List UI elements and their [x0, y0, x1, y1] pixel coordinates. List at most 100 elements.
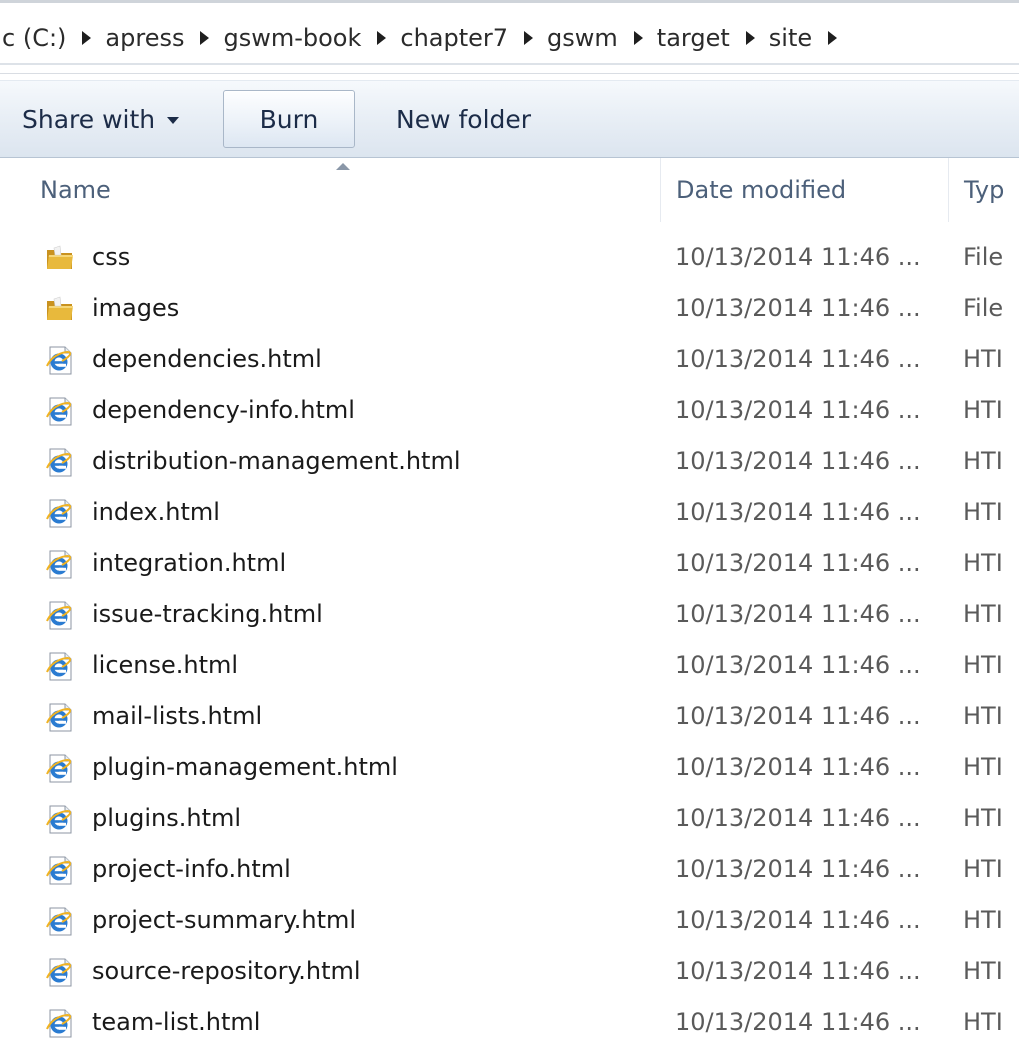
breadcrumb-arrow-icon[interactable] [745, 31, 755, 45]
file-type: File [963, 294, 1004, 322]
file-type: HTI [963, 498, 1003, 526]
file-date-modified: 10/13/2014 11:46 ... [675, 753, 921, 781]
burn-button[interactable]: Burn [223, 90, 355, 148]
file-name: css [92, 243, 131, 271]
breadcrumb-item[interactable]: site [767, 24, 814, 52]
file-row[interactable]: plugin-management.html 10/13/2014 11:46 .… [0, 742, 1019, 793]
file-type: HTI [963, 345, 1003, 373]
file-row[interactable]: team-list.html 10/13/2014 11:46 ... HTI [0, 997, 1019, 1043]
sort-ascending-icon [336, 163, 350, 170]
column-header-date-modified[interactable]: Date modified [660, 158, 948, 222]
file-date-modified: 10/13/2014 11:46 ... [675, 294, 921, 322]
column-header-name[interactable]: Name [40, 158, 660, 222]
folder-icon [44, 293, 76, 325]
file-name: plugins.html [92, 804, 242, 832]
ie-html-icon [44, 803, 76, 835]
file-date-modified: 10/13/2014 11:46 ... [675, 957, 921, 985]
file-row[interactable]: integration.html 10/13/2014 11:46 ... HTI [0, 538, 1019, 589]
file-row[interactable]: source-repository.html 10/13/2014 11:46 .… [0, 946, 1019, 997]
breadcrumb-arrow-icon[interactable] [633, 31, 643, 45]
breadcrumb-arrow-icon[interactable] [200, 31, 210, 45]
file-date-modified: 10/13/2014 11:46 ... [675, 549, 921, 577]
breadcrumb-item[interactable]: chapter7 [398, 24, 510, 52]
column-header-row: Name Date modified Typ [0, 158, 1019, 222]
file-name: issue-tracking.html [92, 600, 323, 628]
file-name: dependency-info.html [92, 396, 355, 424]
file-type: HTI [963, 447, 1003, 475]
ie-html-icon [44, 701, 76, 733]
file-date-modified: 10/13/2014 11:46 ... [675, 600, 921, 628]
file-type: HTI [963, 549, 1003, 577]
file-type: HTI [963, 1008, 1003, 1036]
file-row[interactable]: license.html 10/13/2014 11:46 ... HTI [0, 640, 1019, 691]
file-name: source-repository.html [92, 957, 361, 985]
file-type: HTI [963, 753, 1003, 781]
file-date-modified: 10/13/2014 11:46 ... [675, 396, 921, 424]
file-name: team-list.html [92, 1008, 261, 1036]
burn-label: Burn [259, 104, 319, 134]
folder-icon [44, 242, 76, 274]
file-date-modified: 10/13/2014 11:46 ... [675, 855, 921, 883]
breadcrumb-item[interactable]: apress [103, 24, 186, 52]
file-row[interactable]: index.html 10/13/2014 11:46 ... HTI [0, 487, 1019, 538]
file-name: dependencies.html [92, 345, 322, 373]
file-date-modified: 10/13/2014 11:46 ... [675, 804, 921, 832]
file-row[interactable]: dependencies.html 10/13/2014 11:46 ... HTI [0, 334, 1019, 385]
file-type: HTI [963, 651, 1003, 679]
share-with-button[interactable]: Share with [18, 90, 183, 148]
file-type: HTI [963, 396, 1003, 424]
file-row[interactable]: dependency-info.html 10/13/2014 11:46 ...… [0, 385, 1019, 436]
file-name: images [92, 294, 180, 322]
share-with-label: Share with [22, 104, 156, 134]
file-type: HTI [963, 957, 1003, 985]
file-list: css 10/13/2014 11:46 ... File images 10/13/2… [0, 232, 1019, 1043]
file-name: integration.html [92, 549, 287, 577]
breadcrumb-item[interactable]: c (C:) [0, 24, 68, 52]
ie-html-icon [44, 956, 76, 988]
file-name: project-summary.html [92, 906, 357, 934]
breadcrumb-item[interactable]: target [655, 24, 732, 52]
file-row[interactable]: project-summary.html 10/13/2014 11:46 ...… [0, 895, 1019, 946]
file-date-modified: 10/13/2014 11:46 ... [675, 243, 921, 271]
column-header-name-label: Name [40, 176, 111, 204]
column-header-type[interactable]: Typ [948, 158, 1019, 222]
file-date-modified: 10/13/2014 11:46 ... [675, 447, 921, 475]
file-row[interactable]: css 10/13/2014 11:46 ... File [0, 232, 1019, 283]
file-date-modified: 10/13/2014 11:46 ... [675, 498, 921, 526]
breadcrumb-arrow-icon[interactable] [377, 31, 387, 45]
ie-html-icon [44, 854, 76, 886]
new-folder-label: New folder [396, 104, 532, 134]
file-date-modified: 10/13/2014 11:46 ... [675, 345, 921, 373]
ie-html-icon [44, 497, 76, 529]
ie-html-icon [44, 344, 76, 376]
address-bar[interactable]: c (C:) apress gswm-book chapter7 gswm target s… [0, 0, 1019, 74]
file-type: HTI [963, 804, 1003, 832]
breadcrumb-item[interactable]: gswm [545, 24, 620, 52]
file-name: index.html [92, 498, 220, 526]
file-row[interactable]: plugins.html 10/13/2014 11:46 ... HTI [0, 793, 1019, 844]
ie-html-icon [44, 446, 76, 478]
file-row[interactable]: issue-tracking.html 10/13/2014 11:46 ... H… [0, 589, 1019, 640]
ie-html-icon [44, 599, 76, 631]
file-row[interactable]: mail-lists.html 10/13/2014 11:46 ... HTI [0, 691, 1019, 742]
ie-html-icon [44, 905, 76, 937]
file-row[interactable]: distribution-management.html 10/13/2014 1… [0, 436, 1019, 487]
file-type: HTI [963, 702, 1003, 730]
file-row[interactable]: images 10/13/2014 11:46 ... File [0, 283, 1019, 334]
column-header-type-label: Typ [964, 176, 1005, 204]
ie-html-icon [44, 548, 76, 580]
file-name: mail-lists.html [92, 702, 263, 730]
file-type: HTI [963, 906, 1003, 934]
breadcrumb-item[interactable]: gswm-book [221, 24, 363, 52]
new-folder-button[interactable]: New folder [392, 90, 535, 148]
file-date-modified: 10/13/2014 11:46 ... [675, 651, 921, 679]
breadcrumb-arrow-icon[interactable] [828, 31, 838, 45]
command-bar: Share with Burn New folder [0, 80, 1019, 158]
column-header-date-label: Date modified [676, 176, 847, 204]
file-type: HTI [963, 600, 1003, 628]
breadcrumb-arrow-icon[interactable] [82, 31, 92, 45]
file-type: HTI [963, 855, 1003, 883]
file-name: license.html [92, 651, 239, 679]
breadcrumb-arrow-icon[interactable] [524, 31, 534, 45]
file-row[interactable]: project-info.html 10/13/2014 11:46 ... HTI [0, 844, 1019, 895]
